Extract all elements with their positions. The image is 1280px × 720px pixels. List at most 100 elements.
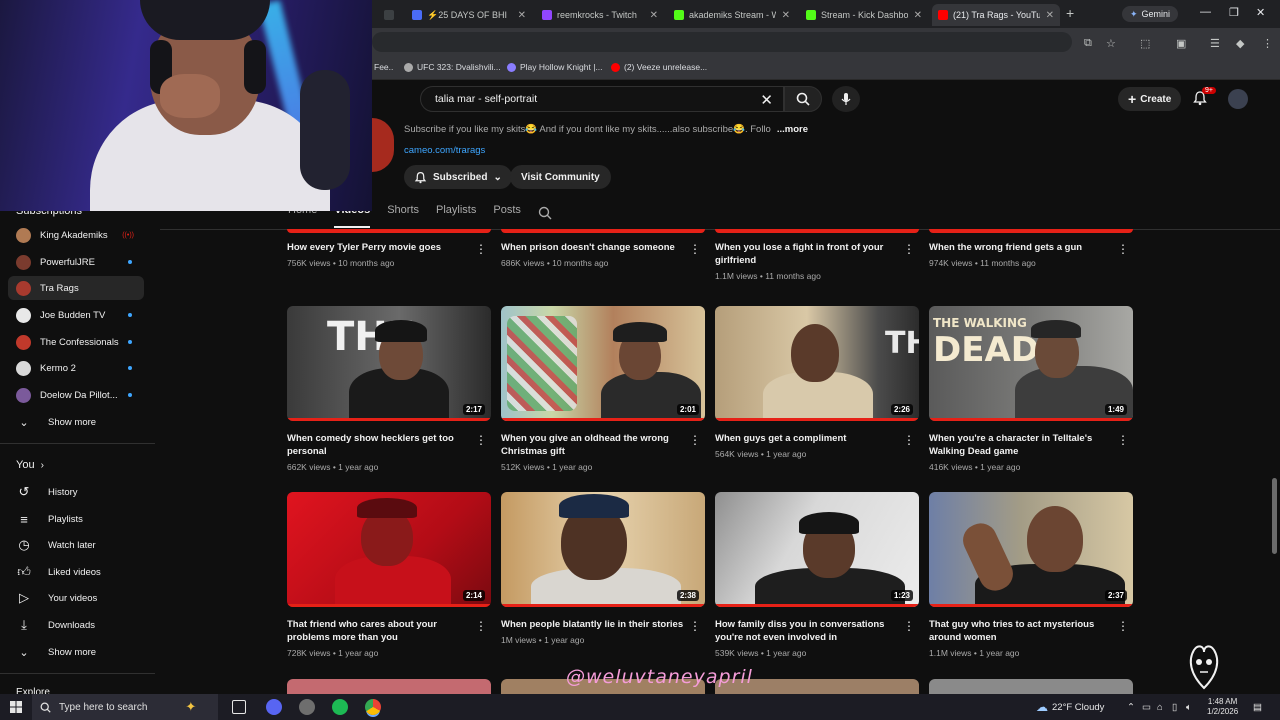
more-actions-icon[interactable]: ⋮ bbox=[903, 619, 915, 633]
clock[interactable]: 1:48 AM 1/2/2026 bbox=[1207, 694, 1238, 720]
tray-chevron-icon[interactable]: ⌃ bbox=[1127, 694, 1135, 720]
notification-center-icon[interactable]: ▤ bbox=[1253, 694, 1262, 720]
sidebar-item-king-akademiks[interactable]: King Akademiks ((•)) bbox=[8, 223, 144, 247]
video-title[interactable]: When you lose a fight in front of your g… bbox=[715, 241, 900, 267]
channel-search-icon[interactable] bbox=[538, 206, 552, 220]
channel-link[interactable]: cameo.com/trarags bbox=[404, 145, 485, 156]
tab-twitch[interactable]: reemkrocks - Twitch ✕ bbox=[536, 4, 664, 26]
more-actions-icon[interactable]: ⋮ bbox=[1117, 242, 1129, 256]
start-button[interactable] bbox=[0, 701, 32, 713]
sidebar-item-doelow[interactable]: Doelow Da Pillot... bbox=[8, 383, 144, 407]
voice-search-button[interactable] bbox=[832, 86, 860, 112]
video-title[interactable]: How family diss you in conversations you… bbox=[715, 618, 900, 644]
battery-icon[interactable]: ▯ bbox=[1172, 694, 1177, 720]
url-field[interactable] bbox=[372, 32, 1072, 52]
video-thumbnail[interactable]: TH 2:26 bbox=[715, 306, 919, 421]
more-actions-icon[interactable]: ⋮ bbox=[475, 619, 487, 633]
chrome-icon[interactable] bbox=[365, 699, 381, 715]
video-title[interactable]: When you give an oldhead the wrong Chris… bbox=[501, 432, 686, 458]
search-button[interactable] bbox=[784, 86, 822, 112]
close-window-button[interactable]: ✕ bbox=[1256, 6, 1265, 19]
video-thumbnail[interactable] bbox=[287, 679, 491, 694]
tray-app-icon[interactable]: ▭ bbox=[1142, 694, 1151, 720]
sidebar-item-kermo-2[interactable]: Kermo 2 bbox=[8, 356, 144, 380]
video-card[interactable]: When prison doesn't change someone 686K … bbox=[501, 230, 705, 268]
bookmark-item[interactable]: UFC 323: Dvalishvili... bbox=[404, 62, 501, 72]
video-title[interactable]: When people blatantly lie in their stori… bbox=[501, 618, 686, 631]
network-icon[interactable]: ⌂ bbox=[1157, 694, 1163, 720]
bookmark-item[interactable]: (2) Veeze unrelease... bbox=[611, 62, 707, 72]
video-title[interactable]: When guys get a compliment bbox=[715, 432, 900, 445]
more-link[interactable]: ...more bbox=[777, 124, 808, 135]
video-card[interactable]: 2:01 When you give an oldhead the wrong … bbox=[501, 306, 705, 472]
menu-dots-icon[interactable]: ⋮ bbox=[1262, 37, 1273, 50]
sidebar-item-your-videos[interactable]: ▷ Your videos bbox=[8, 586, 144, 610]
obs-icon[interactable] bbox=[299, 699, 315, 715]
video-title[interactable]: That friend who cares about your problem… bbox=[287, 618, 472, 644]
video-thumbnail[interactable]: 2:01 bbox=[501, 306, 705, 421]
bookmark-item[interactable]: Fee.. bbox=[374, 62, 393, 72]
gemini-button[interactable]: ✦ Gemini bbox=[1122, 6, 1179, 22]
video-card[interactable]: When the wrong friend gets a gun 974K vi… bbox=[929, 230, 1133, 268]
video-title[interactable]: When comedy show hecklers get too person… bbox=[287, 432, 472, 458]
sidebar-item-liked-videos[interactable]: 👍︎ Liked videos bbox=[8, 560, 144, 584]
sidebar-item-tra-rags[interactable]: Tra Rags bbox=[8, 276, 144, 300]
more-actions-icon[interactable]: ⋮ bbox=[475, 242, 487, 256]
tab-kick-dashboard[interactable]: Stream - Kick Dashboa ✕ bbox=[800, 4, 928, 26]
tab-close-icon[interactable]: ✕ bbox=[914, 10, 922, 21]
sidebar-item-powerfuljre[interactable]: PowerfulJRE bbox=[8, 250, 144, 274]
sidebar-item-playlists[interactable]: ≡ Playlists bbox=[8, 507, 144, 531]
maximize-button[interactable]: ❐ bbox=[1229, 6, 1239, 19]
tab-close-icon[interactable]: ✕ bbox=[518, 10, 526, 21]
tab-akademiks[interactable]: akademiks Stream - W ✕ bbox=[668, 4, 796, 26]
video-thumbnail[interactable] bbox=[929, 679, 1133, 694]
tab-shorts[interactable]: Shorts bbox=[387, 204, 419, 228]
shield-icon[interactable]: ◆ bbox=[1236, 37, 1244, 50]
you-heading[interactable]: You › bbox=[16, 459, 44, 471]
bookmark-item[interactable]: Play Hollow Knight |... bbox=[507, 62, 603, 72]
video-thumbnail[interactable]: THE WALKING DEAD 1:49 bbox=[929, 306, 1133, 421]
extensions-icon[interactable]: ⬚ bbox=[1140, 37, 1150, 50]
sidebar-item-history[interactable]: ↺ History bbox=[8, 480, 144, 504]
more-actions-icon[interactable]: ⋮ bbox=[903, 242, 915, 256]
new-tab-button[interactable]: + bbox=[1066, 5, 1074, 21]
tab-search-icon[interactable]: ☰ bbox=[1210, 37, 1220, 50]
video-card[interactable]: 1:23 How family diss you in conversation… bbox=[715, 492, 919, 658]
video-title[interactable]: How every Tyler Perry movie goes bbox=[287, 241, 472, 254]
video-card[interactable]: 2:14 That friend who cares about your pr… bbox=[287, 492, 491, 658]
video-card[interactable]: How every Tyler Perry movie goes 756K vi… bbox=[287, 230, 491, 268]
video-card[interactable]: TH 2:26 When guys get a compliment 564K … bbox=[715, 306, 919, 459]
sidebar-item-watch-later[interactable]: ◷ Watch later bbox=[8, 533, 144, 557]
channel-avatar[interactable] bbox=[372, 118, 394, 172]
cast-icon[interactable]: ⧉ bbox=[1084, 37, 1092, 50]
taskbar-search-input[interactable]: Type here to search ✦ bbox=[32, 694, 218, 720]
sidebar-show-more[interactable]: ⌄ Show more bbox=[8, 410, 144, 434]
more-actions-icon[interactable]: ⋮ bbox=[689, 242, 701, 256]
channel-description[interactable]: Subscribe if you like my skits😂 And if y… bbox=[404, 124, 808, 135]
subscribed-button[interactable]: Subscribed ⌄ bbox=[404, 165, 512, 189]
video-thumbnail[interactable]: 1:23 bbox=[715, 492, 919, 607]
video-card[interactable]: THE WALKING DEAD 1:49 When you're a char… bbox=[929, 306, 1133, 472]
more-actions-icon[interactable]: ⋮ bbox=[1117, 433, 1129, 447]
tab-25-days[interactable]: ⚡25 DAYS OF BHI ✕ bbox=[406, 4, 532, 26]
tab-youtube[interactable]: (21) Tra Rags - YouTube ✕ bbox=[932, 4, 1060, 26]
more-actions-icon[interactable]: ⋮ bbox=[1117, 619, 1129, 633]
spotify-icon[interactable] bbox=[332, 699, 348, 715]
video-thumbnail[interactable]: 2:37 bbox=[929, 492, 1133, 607]
tab-close-icon[interactable]: ✕ bbox=[782, 10, 790, 21]
video-thumbnail[interactable]: THE 2:17 bbox=[287, 306, 491, 421]
video-title[interactable]: When prison doesn't change someone bbox=[501, 241, 686, 254]
video-card[interactable]: When you lose a fight in front of your g… bbox=[715, 230, 919, 281]
video-card[interactable]: THE 2:17 When comedy show hecklers get t… bbox=[287, 306, 491, 472]
video-title[interactable]: When the wrong friend gets a gun bbox=[929, 241, 1114, 254]
sidebar-item-downloads[interactable]: ⤓ Downloads bbox=[8, 613, 144, 637]
tab-posts[interactable]: Posts bbox=[493, 204, 521, 228]
sidebar-item-joe-budden-tv[interactable]: Joe Budden TV bbox=[8, 303, 144, 327]
tab-playlists[interactable]: Playlists bbox=[436, 204, 476, 228]
bookmark-star-icon[interactable]: ☆ bbox=[1106, 37, 1116, 50]
tab-pinned[interactable] bbox=[378, 4, 406, 26]
video-card[interactable]: 2:38 When people blatantly lie in their … bbox=[501, 492, 705, 645]
video-title[interactable]: That guy who tries to act mysterious aro… bbox=[929, 618, 1114, 644]
clear-search-icon[interactable]: ✕ bbox=[760, 91, 773, 109]
video-card[interactable]: 2:37 That guy who tries to act mysteriou… bbox=[929, 492, 1133, 658]
